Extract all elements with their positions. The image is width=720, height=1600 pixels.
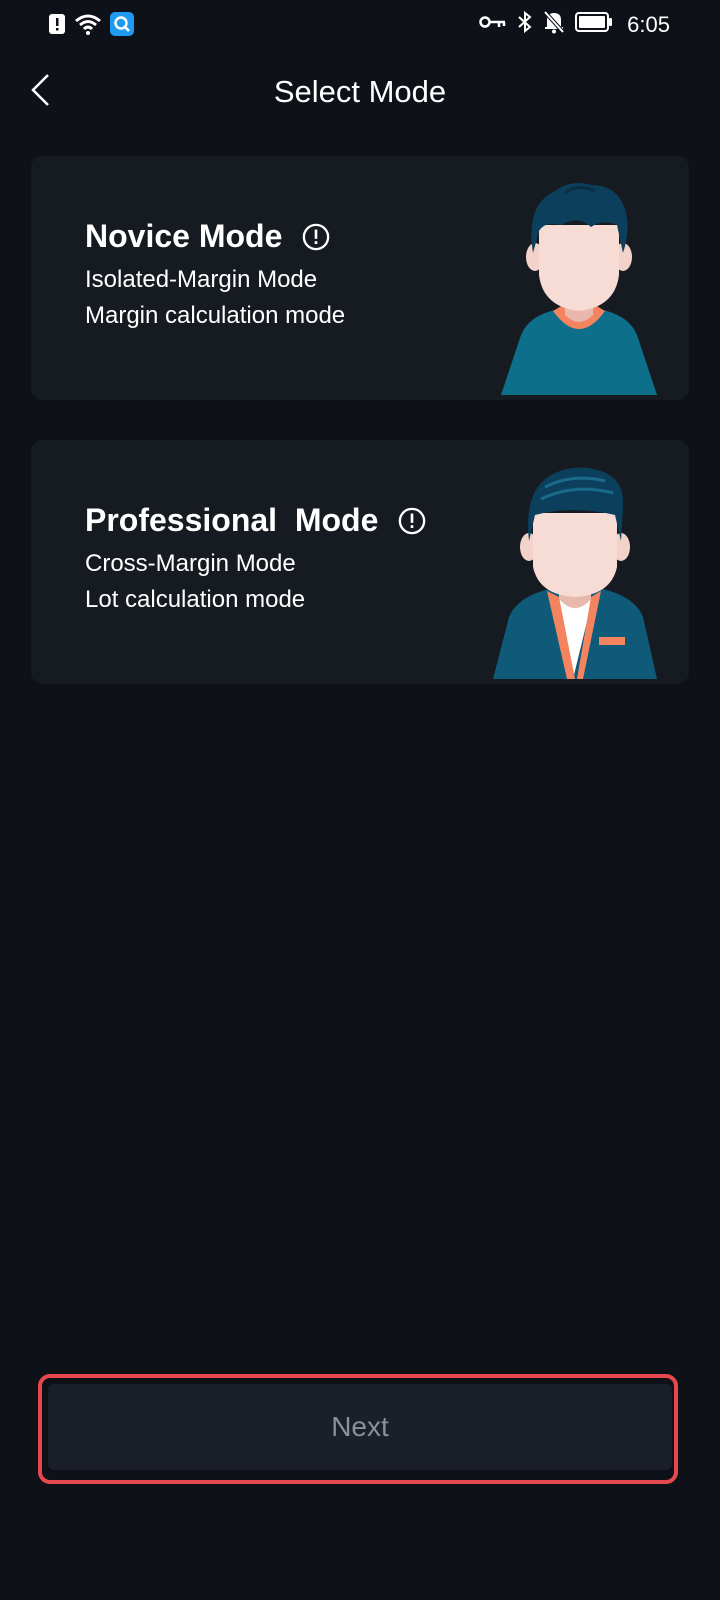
page-title: Select Mode: [273, 74, 447, 109]
novice-title-row: Novice Mode: [85, 218, 330, 255]
bluetooth-icon: [517, 10, 533, 39]
professional-mode-line-2: Lot calculation mode: [85, 586, 306, 613]
status-right: 6:05: [479, 10, 670, 39]
professional-mode-line-1: Cross-Margin Mode: [85, 550, 296, 577]
novice-mode-line-2: Margin calculation mode: [85, 302, 346, 329]
key-icon: [479, 14, 507, 35]
screen: 6:05 Select Mode Novice Mode Isolated-Ma…: [0, 0, 720, 1600]
info-icon[interactable]: [398, 507, 426, 535]
bell-off-icon: [543, 10, 565, 39]
status-bar: 6:05: [0, 0, 720, 50]
professional-mode-card[interactable]: Professional Mode Cross-Margin Mode Lot …: [31, 440, 689, 684]
novice-mode-card[interactable]: Novice Mode Isolated-Margin Mode Margin …: [31, 156, 689, 400]
status-left: [48, 12, 134, 41]
header: Select Mode: [0, 60, 720, 124]
novice-avatar-icon: [499, 175, 659, 400]
novice-mode-title: Novice Mode: [85, 218, 283, 254]
professional-title-row: Professional Mode: [85, 502, 426, 539]
novice-mode-line-1: Isolated-Margin Mode: [85, 266, 318, 293]
alert-icon: [48, 13, 66, 40]
search-app-icon: [110, 12, 134, 41]
info-icon[interactable]: [302, 223, 330, 251]
professional-mode-title: Professional Mode: [85, 502, 379, 538]
next-button[interactable]: Next: [48, 1384, 672, 1470]
status-time: 6:05: [627, 11, 670, 37]
professional-avatar-icon: [493, 457, 659, 684]
wifi-icon: [74, 13, 102, 40]
battery-icon: [575, 11, 613, 38]
